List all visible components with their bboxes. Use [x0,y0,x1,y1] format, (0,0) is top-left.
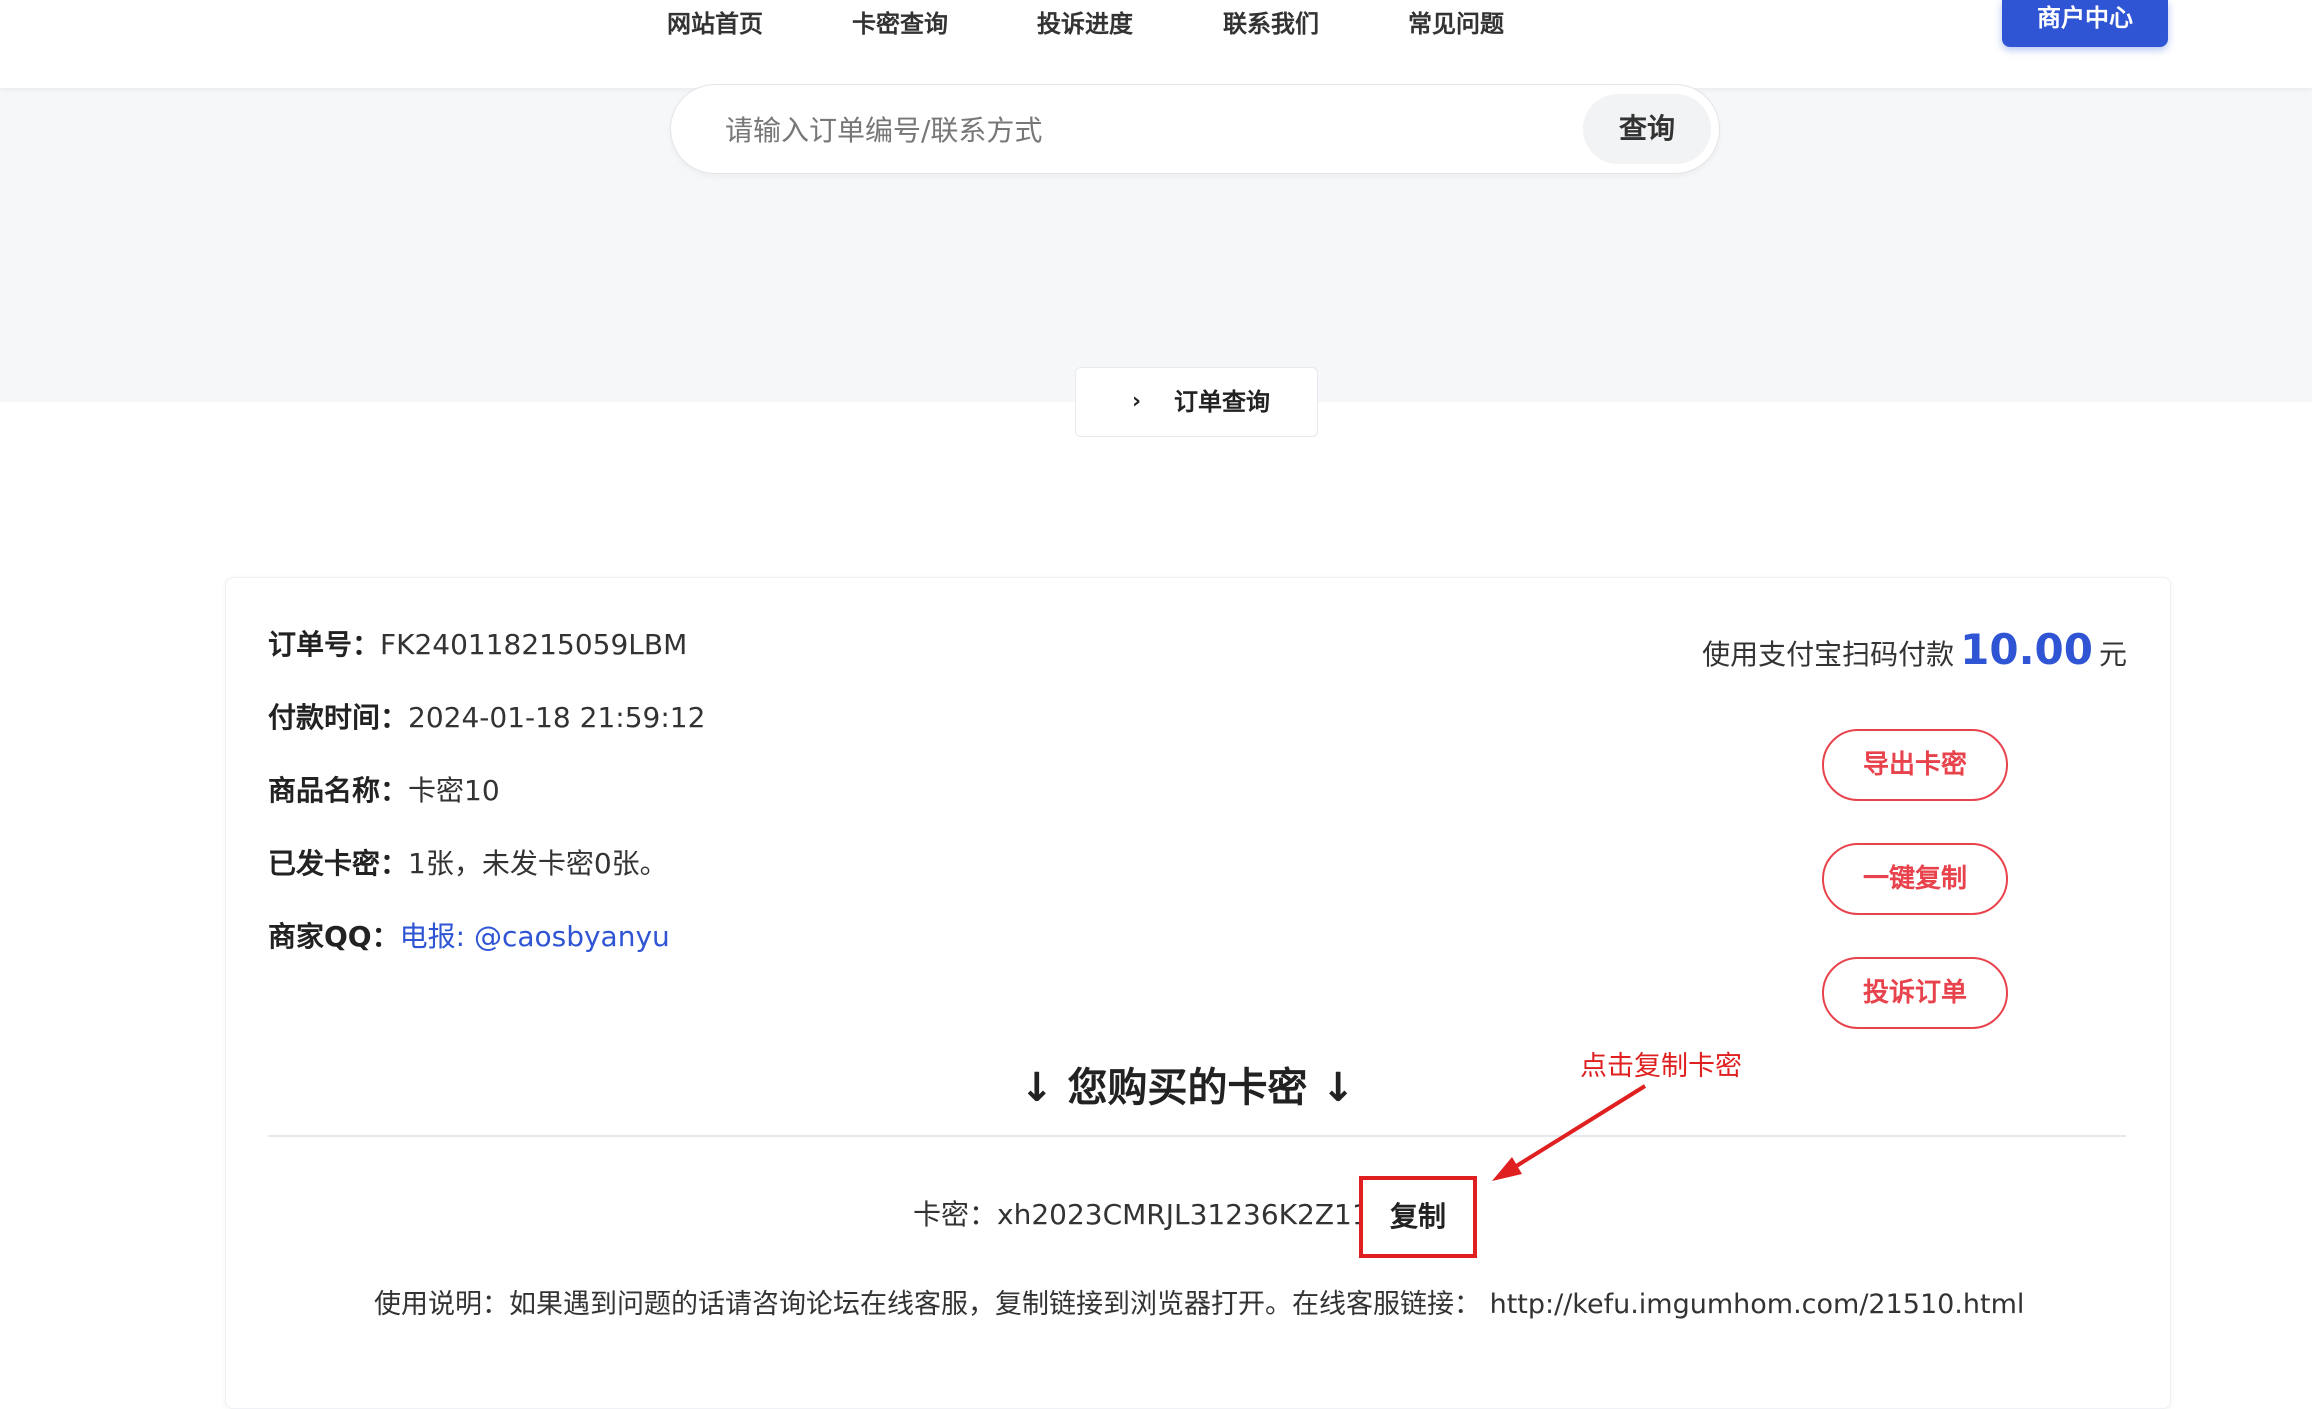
product-label: 商品名称： [268,774,409,807]
nav-complaint-progress[interactable]: 投诉进度 [1037,4,1133,39]
payment-amount: 10.00 [1960,625,2093,674]
product-value: 卡密10 [408,774,500,807]
payment-unit: 元 [2098,638,2127,671]
top-header: 网站首页 卡密查询 投诉进度 联系我们 常见问题 商户中心 [0,0,2312,88]
order-number-row: 订单号：FK240118215059LBM [268,623,687,663]
nav-faq[interactable]: 常见问题 [1408,4,1504,39]
nav-home[interactable]: 网站首页 [667,4,763,39]
search-button[interactable]: 查询 [1583,94,1711,164]
copy-card-key-button[interactable]: 复制 [1359,1176,1477,1258]
card-key-value: xh2023CMRJL31236K2Z11 [997,1198,1370,1231]
merchant-qq-row: 商家QQ：电报: @caosbyanyu [268,915,670,955]
product-row: 商品名称：卡密10 [268,769,500,809]
merchant-center-button[interactable]: 商户中心 [2002,0,2168,47]
usage-instructions: 使用说明：如果遇到问题的话请咨询论坛在线客服，复制链接到浏览器打开。在线客服链接… [374,1289,2025,1320]
order-number-value: FK240118215059LBM [380,628,688,661]
card-key-line: 卡密：xh2023CMRJL31236K2Z11 [913,1193,1370,1233]
search-bar: 查询 [670,84,1720,174]
tab-order-query[interactable]: › 订单查询 [1075,367,1318,437]
payment-summary: 使用支付宝扫码付款 10.00 元 [1702,625,2127,674]
merchant-qq-label: 商家QQ： [268,920,400,953]
copy-all-button[interactable]: 一键复制 [1822,843,2008,915]
card-key-label: 卡密： [913,1198,998,1231]
payment-method-text: 使用支付宝扫码付款 [1702,638,1955,671]
complain-order-button[interactable]: 投诉订单 [1822,957,2008,1029]
pay-time-label: 付款时间： [268,701,409,734]
purchased-cards-title: ↓ 您购买的卡密 ↓ [1020,1065,1355,1111]
order-number-label: 订单号： [268,628,381,661]
export-cards-button[interactable]: 导出卡密 [1822,729,2008,801]
pay-time-row: 付款时间：2024-01-18 21:59:12 [268,696,705,736]
divider [268,1135,2126,1137]
issued-value: 1张，未发卡密0张。 [408,847,668,880]
nav-contact[interactable]: 联系我们 [1223,4,1319,39]
issued-label: 已发卡密： [268,847,409,880]
search-input[interactable] [723,101,1627,159]
issued-row: 已发卡密：1张，未发卡密0张。 [268,842,668,882]
tab-label: 订单查询 [1174,388,1270,416]
nav-card-query[interactable]: 卡密查询 [852,4,948,39]
pay-time-value: 2024-01-18 21:59:12 [408,701,706,734]
chevron-right-icon: › [1132,389,1142,414]
annotation-text: 点击复制卡密 [1580,1051,1742,1082]
merchant-contact-link[interactable]: 电报: @caosbyanyu [400,920,670,953]
